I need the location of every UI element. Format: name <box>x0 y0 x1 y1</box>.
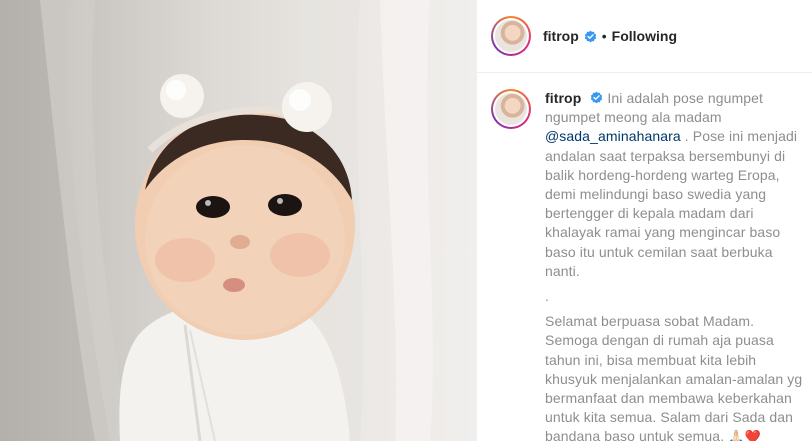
post-header: fitrop • Following <box>477 0 812 73</box>
caption-emojis: 🙏🏻❤️ <box>728 429 761 441</box>
following-button[interactable]: Following <box>612 28 677 44</box>
caption-username[interactable]: fitrop <box>545 90 581 106</box>
caption-avatar-image <box>495 93 527 125</box>
header-username[interactable]: fitrop <box>543 28 579 44</box>
separator-dot: • <box>601 28 607 44</box>
caption-paragraph-2: Selamat berpuasa sobat Madam. Semoga den… <box>545 313 803 441</box>
verified-badge-icon <box>584 30 597 43</box>
instagram-post: fitrop • Following fitrop Ini adalah pos… <box>0 0 812 441</box>
caption-text: fitrop Ini adalah pose ngumpet ngumpet m… <box>545 89 805 441</box>
caption-text-part2: . Pose ini menjadi andalan saat terpaksa… <box>545 128 798 279</box>
caption-block: fitrop Ini adalah pose ngumpet ngumpet m… <box>491 89 811 441</box>
post-side-panel: fitrop • Following fitrop Ini adalah pos… <box>476 0 812 441</box>
avatar-image <box>495 20 527 52</box>
caption-paragraph-2-wrapper: Selamat berpuasa sobat Madam. Semoga den… <box>545 312 805 441</box>
avatar[interactable] <box>491 16 531 56</box>
post-photo[interactable] <box>0 0 476 441</box>
caption-avatar[interactable] <box>491 89 531 129</box>
caption-mention-link[interactable]: @sada_aminahanara <box>545 128 681 144</box>
baby-photo-illustration <box>0 0 433 441</box>
caption-verified-badge-icon <box>590 91 603 104</box>
caption-dot-line: . <box>545 288 549 305</box>
